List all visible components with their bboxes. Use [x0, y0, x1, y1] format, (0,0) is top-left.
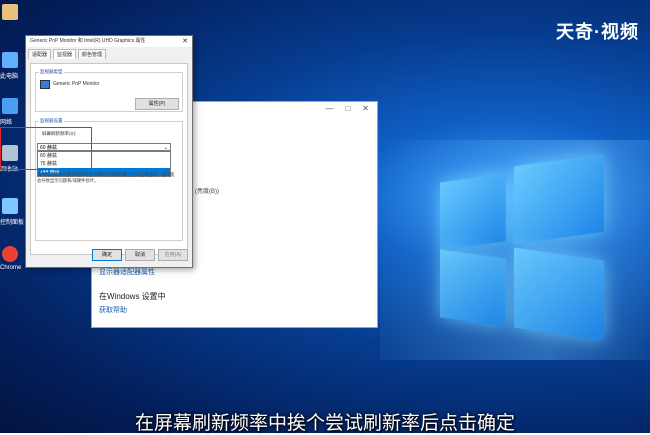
- tab-monitor[interactable]: 监视器: [53, 49, 77, 59]
- close-icon[interactable]: ✕: [362, 102, 369, 116]
- minimize-icon[interactable]: —: [325, 102, 333, 116]
- network-icon[interactable]: [2, 98, 18, 114]
- subtitle-caption: 在屏幕刷新频率中挨个尝试刷新率后点击确定: [134, 412, 515, 434]
- maximize-icon[interactable]: □: [345, 102, 350, 116]
- windows-settings-heading: 在Windows 设置中: [99, 292, 166, 301]
- windows-logo: [440, 150, 610, 350]
- brightness-text: (亮度(B)): [195, 189, 219, 195]
- warning-text: 清除此复选框可使你选择的显示模式在该监视器上无法正确显示。这可能会导致显示问题和…: [37, 172, 175, 183]
- dialog-title: Generic PnP Monitor 和 Intel(R) UHD Graph…: [30, 38, 146, 44]
- desktop-icon-label: 网络: [0, 120, 13, 126]
- tab-color-management[interactable]: 颜色管理: [78, 49, 107, 59]
- dialog-title-bar: Generic PnP Monitor 和 Intel(R) UHD Graph…: [26, 36, 192, 47]
- desktop-icon-label: 控制面板: [0, 220, 25, 226]
- user-folder-icon[interactable]: [2, 4, 18, 20]
- monitor-name: Generic PnP Monitor: [53, 81, 100, 87]
- tab-bar: 适配器 监视器 颜色管理: [26, 47, 192, 59]
- cancel-button[interactable]: 取消: [125, 249, 155, 261]
- monitor-icon: [40, 80, 50, 89]
- computer-icon[interactable]: [2, 52, 18, 68]
- monitor-type-label: 监视器类型: [39, 69, 64, 75]
- control-panel-icon[interactable]: [2, 198, 18, 214]
- highlight-box: [0, 127, 92, 170]
- watermark-text: 天奇·视频: [556, 22, 639, 42]
- apply-button[interactable]: 应用(A): [158, 249, 188, 261]
- properties-button[interactable]: 属性(P): [135, 98, 179, 110]
- ok-button[interactable]: 确定: [92, 249, 122, 261]
- close-icon[interactable]: ✕: [182, 36, 188, 47]
- get-help-link[interactable]: 获取帮助: [99, 305, 127, 315]
- desktop-icon-label: 此电脑: [0, 74, 19, 80]
- tab-adapter[interactable]: 适配器: [28, 49, 52, 59]
- monitor-settings-label: 监视器设置: [39, 118, 64, 124]
- desktop-icon-label: Chrome: [0, 265, 22, 271]
- adapter-properties-link[interactable]: 显示器适配器属性: [99, 267, 155, 277]
- chrome-icon[interactable]: [2, 246, 18, 262]
